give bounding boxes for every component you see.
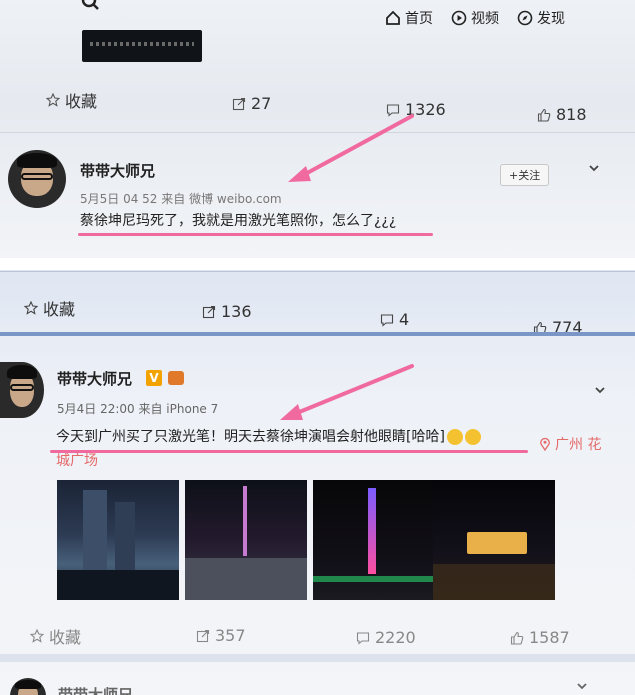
annotation-arrow: [280, 364, 414, 420]
screenshot-panel-1: 首页 视频 发现 收藏 27 1326 818 带带大师兄 5月5日 04 52…: [0, 0, 635, 258]
annotation-arrow: [288, 114, 414, 182]
panel-gap: [0, 258, 635, 270]
screenshot-panel-2: 收藏 136 4 774 带带大师兄 V 5月4日 22:00 来自 iPhon…: [0, 270, 635, 695]
